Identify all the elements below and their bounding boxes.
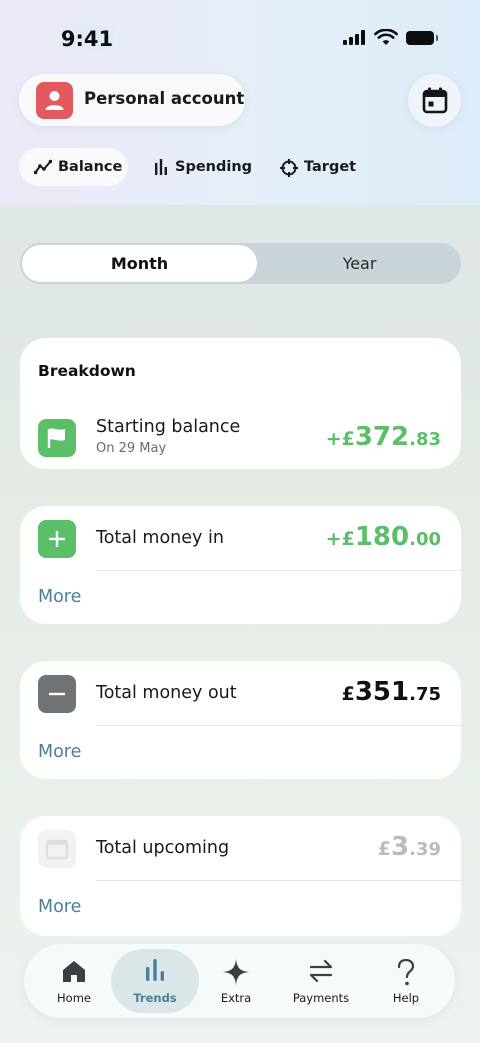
upcoming-card[interactable]: Total upcoming £3.39 More [20,816,461,936]
tab-target[interactable]: Target [268,148,368,186]
sparkle-icon [223,959,249,985]
calendar-icon [422,87,448,114]
crosshair-icon [280,159,298,177]
divider [96,880,461,881]
minus-icon [38,675,76,713]
nav-payments[interactable]: Payments [279,944,363,1018]
wifi-icon [374,29,398,45]
battery-icon [406,31,438,45]
money-out-card[interactable]: Total money out £351.75 More [20,661,461,779]
upcoming-label: Total upcoming [96,838,230,858]
money-out-label: Total money out [96,683,237,703]
divider [96,570,461,571]
trends-icon [146,959,164,981]
nav-payments-label: Payments [292,991,350,1005]
starting-balance-label: Starting balance [96,417,241,437]
money-in-card[interactable]: Total money in +£180.00 More [20,506,461,624]
calendar-small-icon [38,830,76,868]
nav-trends-label: Trends [133,991,177,1005]
transfer-arrows-icon [309,959,333,983]
money-in-more-link[interactable]: More [38,587,81,607]
nav-extra-label: Extra [220,991,252,1005]
plus-icon [38,520,76,558]
starting-balance-amount: +£372.83 [325,422,441,452]
tab-spending[interactable]: Spending [140,148,256,186]
breakdown-title: Breakdown [38,362,136,380]
nav-help-label: Help [392,991,420,1005]
tab-balance-label: Balance [58,159,123,175]
nav-trends[interactable]: Trends [111,949,199,1013]
bar-chart-icon [155,159,167,175]
divider [96,725,461,726]
starting-balance-date: On 29 May [96,441,167,456]
period-toggle: Month Year [20,243,461,284]
upcoming-more-link[interactable]: More [38,897,81,917]
bottom-nav: Home Trends Extra Payments Help [24,944,455,1018]
period-month[interactable]: Month [22,245,257,282]
money-out-more-link[interactable]: More [38,742,81,762]
money-out-amount: £351.75 [341,677,441,707]
line-chart-icon [34,159,52,175]
money-in-amount: +£180.00 [325,522,441,552]
account-label: Personal account [84,89,245,108]
account-switcher[interactable]: Personal account [19,74,245,126]
tab-target-label: Target [304,159,357,175]
nav-extra[interactable]: Extra [194,944,278,1018]
signal-icon [343,30,367,45]
nav-help[interactable]: Help [364,944,448,1018]
status-time: 9:41 [60,26,114,52]
money-in-label: Total money in [96,528,224,548]
home-icon [63,961,85,982]
breakdown-card: Breakdown Starting balance On 29 May +£3… [20,338,461,469]
question-icon [397,959,415,986]
status-bar: 9:41 [0,0,480,76]
nav-home-label: Home [57,991,91,1005]
tab-spending-label: Spending [175,159,253,175]
calendar-button[interactable] [408,74,461,127]
nav-home[interactable]: Home [32,944,116,1018]
upcoming-amount: £3.39 [377,832,441,862]
person-icon [36,82,73,119]
period-year[interactable]: Year [260,245,459,282]
tab-balance[interactable]: Balance [19,148,128,186]
flag-icon [38,419,76,457]
